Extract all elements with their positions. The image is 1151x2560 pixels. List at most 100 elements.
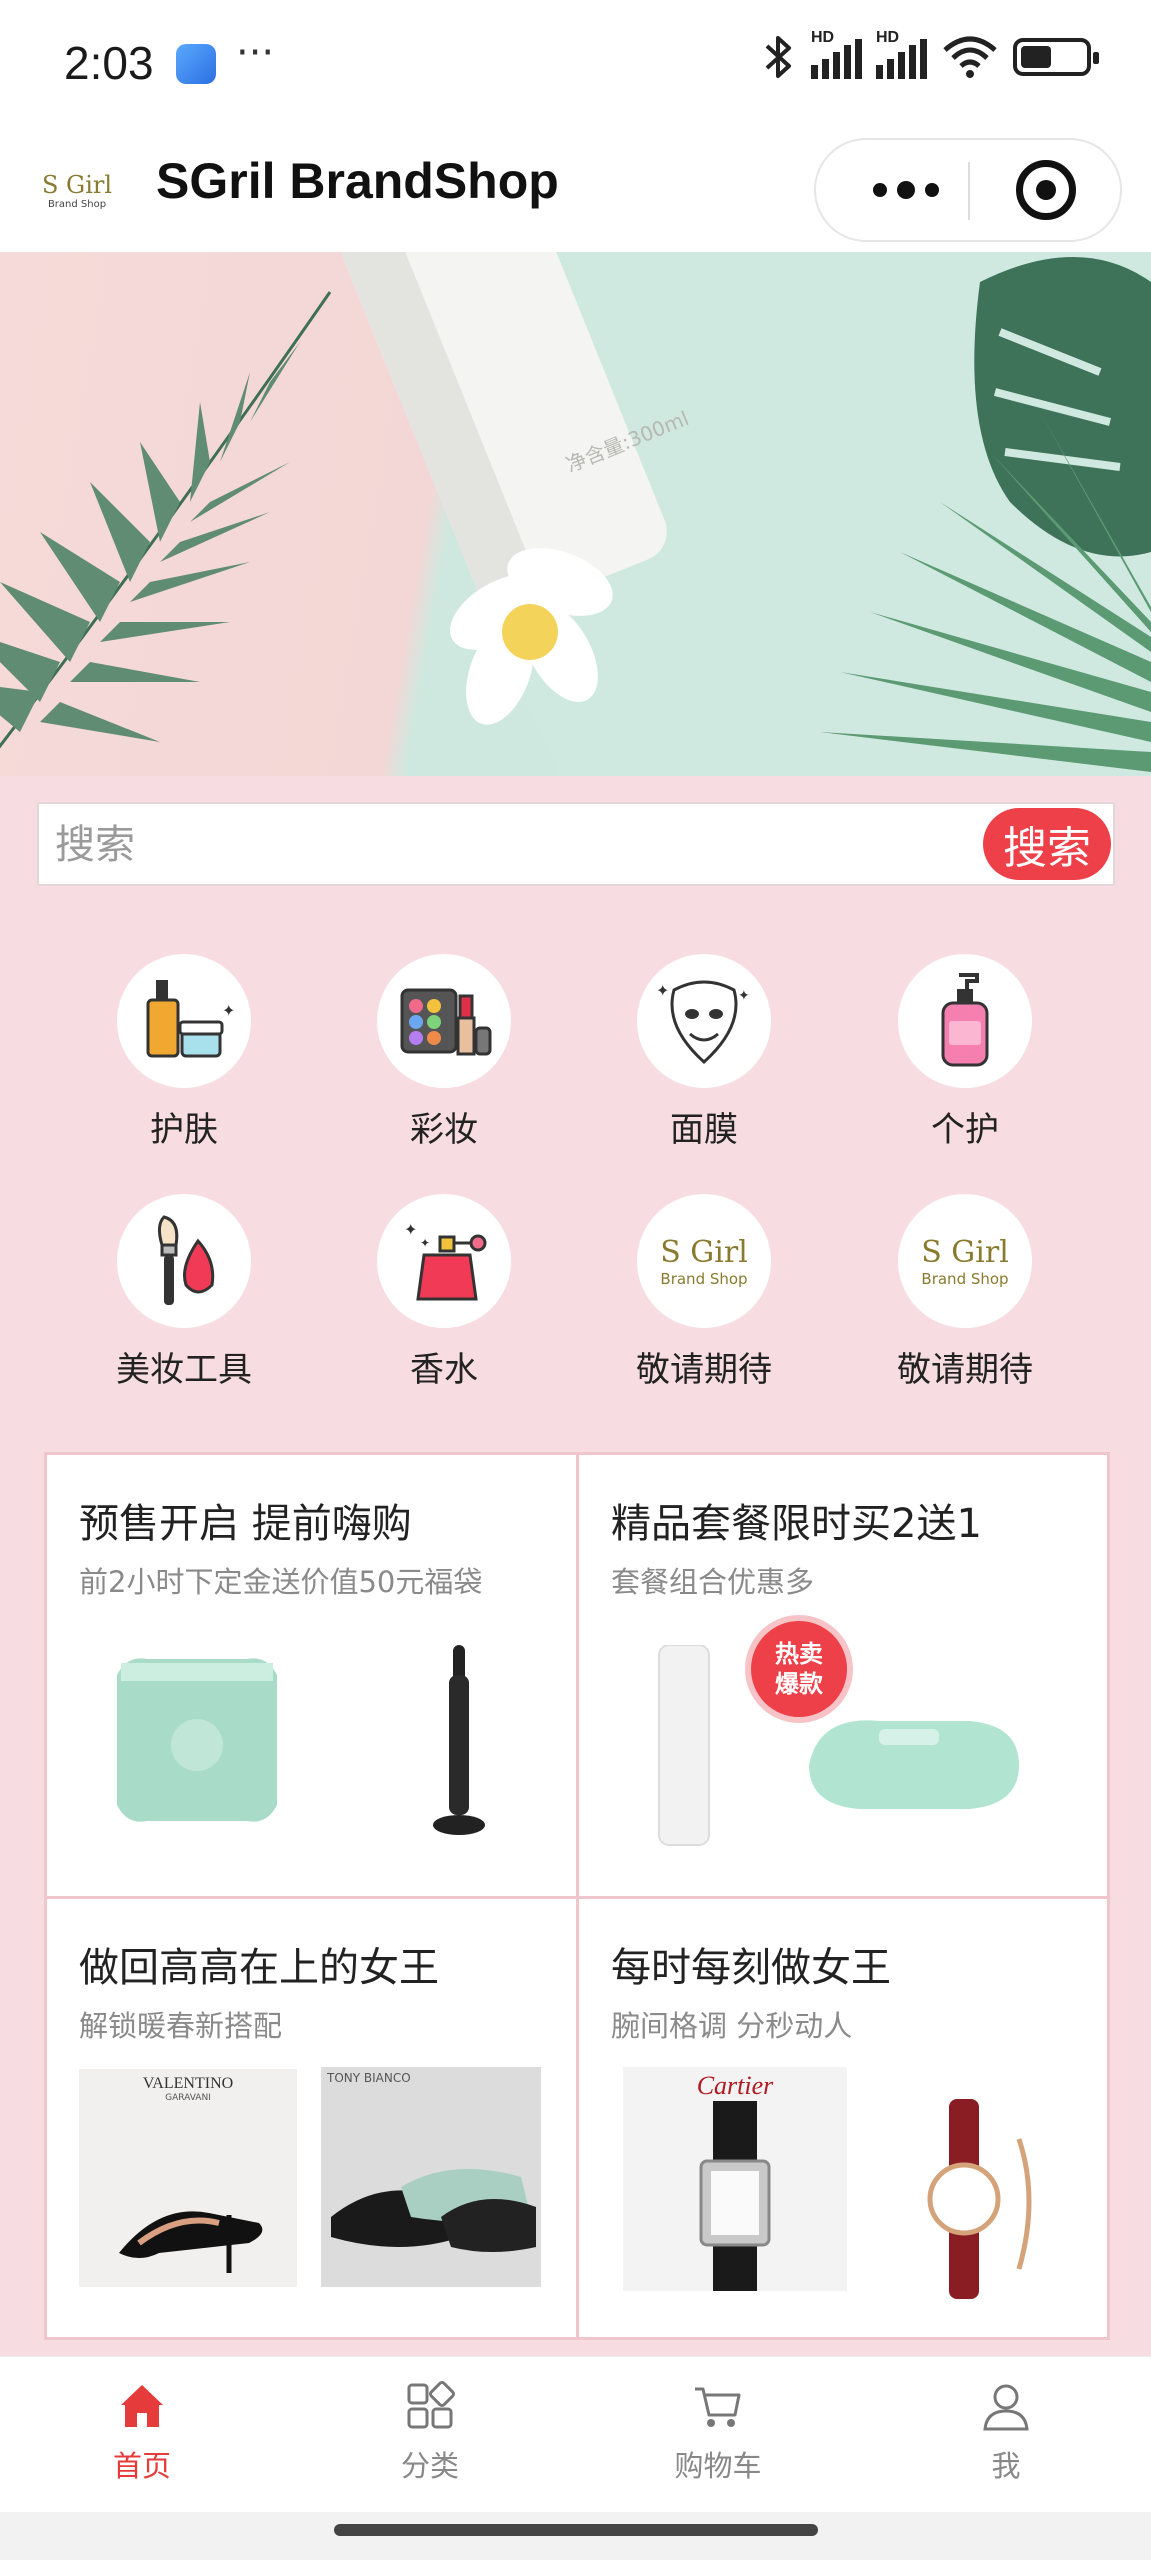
brand-logo-icon: S Girl Brand Shop [898,1194,1032,1328]
svg-text:✦: ✦ [738,988,750,1004]
product-images [658,1645,1019,1846]
skincare-icon: ✦ [117,954,251,1088]
perfume-icon: ✦ ✦ [377,1194,511,1328]
category-skincare[interactable]: ✦ 护肤 [74,954,294,1174]
electric-toothbrush-image [433,1645,485,1835]
category-label: 面膜 [670,1110,738,1150]
category-coming-soon-1[interactable]: S Girl Brand Shop 敬请期待 [594,1194,814,1414]
promo-title: 每时每刻做女王 [611,1945,891,1991]
hot-badge: 热卖 爆款 [751,1621,847,1717]
promo-shoes[interactable]: 做回高高在上的女王 解锁暖春新搭配 VALENTINO GARAVANI TON… [47,1899,576,2340]
tab-profile[interactable]: 我 [906,2381,1106,2501]
category-label: 敬请期待 [636,1350,772,1390]
dw-watch-image [927,2099,1032,2299]
profile-icon [983,2384,1029,2431]
category-label: 美妆工具 [116,1350,252,1390]
promo-subtitle: 前2小时下定金送价值50元福袋 [79,1565,483,1599]
category-beauty-tools[interactable]: 美妆工具 [74,1194,294,1414]
category-perfume[interactable]: ✦ ✦ 香水 [334,1194,554,1414]
search-bar: 搜索 [37,802,1115,886]
logo-text: S Girl [41,170,113,199]
app-notification-icon [176,44,216,84]
logo-subtext: Brand Shop [47,198,107,210]
product-images [117,1645,485,1835]
battery-icon [1013,38,1099,76]
lotion-bottle-icon [898,954,1032,1088]
promo-subtitle: 解锁暖春新搭配 [79,2009,283,2043]
promo-presale[interactable]: 预售开启 提前嗨购 前2小时下定金送价值50元福袋 [47,1455,576,1896]
brand-subtext: GARAVANI [165,2093,211,2103]
svg-text:✦: ✦ [222,1001,234,1020]
tab-cart[interactable]: 购物车 [618,2381,818,2501]
promo-subtitle: 套餐组合优惠多 [611,1565,815,1599]
hero-banner[interactable]: 净含量:300ml [0,252,1151,776]
heels-image: VALENTINO GARAVANI [79,2069,297,2287]
app-header: S Girl Brand Shop SGril BrandShop [0,128,1151,252]
category-coming-soon-2[interactable]: S Girl Brand Shop 敬请期待 [855,1194,1075,1414]
category-makeup[interactable]: 彩妆 [334,954,554,1174]
category-label: 香水 [410,1350,478,1390]
category-label: 护肤 [150,1110,218,1150]
wipes-pack-image [809,1720,1019,1809]
promo-watches[interactable]: 每时每刻做女王 腕间格调 分秒动人 Cartier [579,1899,1108,2340]
bottom-tab-bar: 首页 分类 购物车 我 [0,2356,1151,2528]
tab-category[interactable]: 分类 [330,2381,530,2501]
logo-text: S Girl [921,1234,1009,1270]
target-close-icon[interactable] [1016,160,1076,220]
status-time: 2:03 [64,37,154,89]
tab-label: 购物车 [674,2449,762,2483]
badge-text: 爆款 [775,1670,823,1698]
logo-subtext: Brand Shop [921,1269,1009,1288]
status-more-dots: ··· [236,30,275,76]
brand-text: Cartier [696,2071,774,2100]
tab-label: 分类 [400,2449,459,2483]
cart-icon [695,2387,741,2427]
status-bar: 2:03 ··· HD HD [0,0,1151,128]
cartier-watch-image: Cartier [623,2067,847,2291]
banner-illustration: 净含量:300ml [0,252,1151,776]
app-title: SGril BrandShop [156,153,559,209]
home-icon [121,2385,163,2427]
brand-text: TONY BIANCO [327,2071,411,2085]
category-grid-icon [407,2381,455,2429]
tab-label: 首页 [112,2449,171,2483]
hd-label: HD [876,29,900,46]
badge-text: 热卖 [775,1640,823,1668]
wifi-icon [943,36,997,78]
promo-title: 预售开启 提前嗨购 [79,1501,412,1547]
logo-subtext: Brand Shop [660,1269,748,1288]
bluetooth-icon [765,36,791,78]
brand-logo-icon: S Girl Brand Shop [637,1194,771,1328]
mini-program-capsule [814,138,1122,242]
tab-home[interactable]: 首页 [42,2381,242,2501]
bottle-image [658,1645,710,1846]
category-personal-care[interactable]: 个护 [855,954,1075,1174]
signal-icon: HD [876,29,927,79]
svg-text:✦: ✦ [404,1220,417,1239]
category-mask[interactable]: ✦ ✦ 面膜 [594,954,814,1174]
promo-combo[interactable]: 精品套餐限时买2送1 套餐组合优惠多 热卖 爆款 [579,1455,1108,1896]
svg-text:✦: ✦ [420,1236,430,1250]
promo-subtitle: 腕间格调 分秒动人 [611,2009,853,2043]
hd-label: HD [811,29,835,46]
signal-icon: HD [811,29,862,79]
category-label: 敬请期待 [897,1350,1033,1390]
home-indicator[interactable] [334,2524,818,2536]
promo-title: 做回高高在上的女王 [79,1945,439,1991]
mules-image: TONY BIANCO [321,2067,541,2287]
more-dots-icon[interactable] [846,140,966,240]
category-label: 个护 [931,1110,999,1150]
search-input[interactable] [55,818,955,872]
promo-grid: 预售开启 提前嗨购 前2小时下定金送价值50元福袋 精品套餐限时买2送1 套餐组… [44,1452,1110,2340]
makeup-palette-icon [377,954,511,1088]
status-icons: HD HD [761,29,1099,80]
brand-text: VALENTINO [142,2075,234,2092]
face-mask-icon: ✦ ✦ [637,954,771,1088]
gesture-area [0,2512,1151,2560]
promo-title: 精品套餐限时买2送1 [611,1501,982,1547]
search-button[interactable]: 搜索 [983,808,1111,880]
category-label: 彩妆 [410,1110,478,1150]
tab-label: 我 [991,2449,1021,2483]
capsule-divider [968,162,970,220]
svg-text:✦: ✦ [656,981,669,1000]
